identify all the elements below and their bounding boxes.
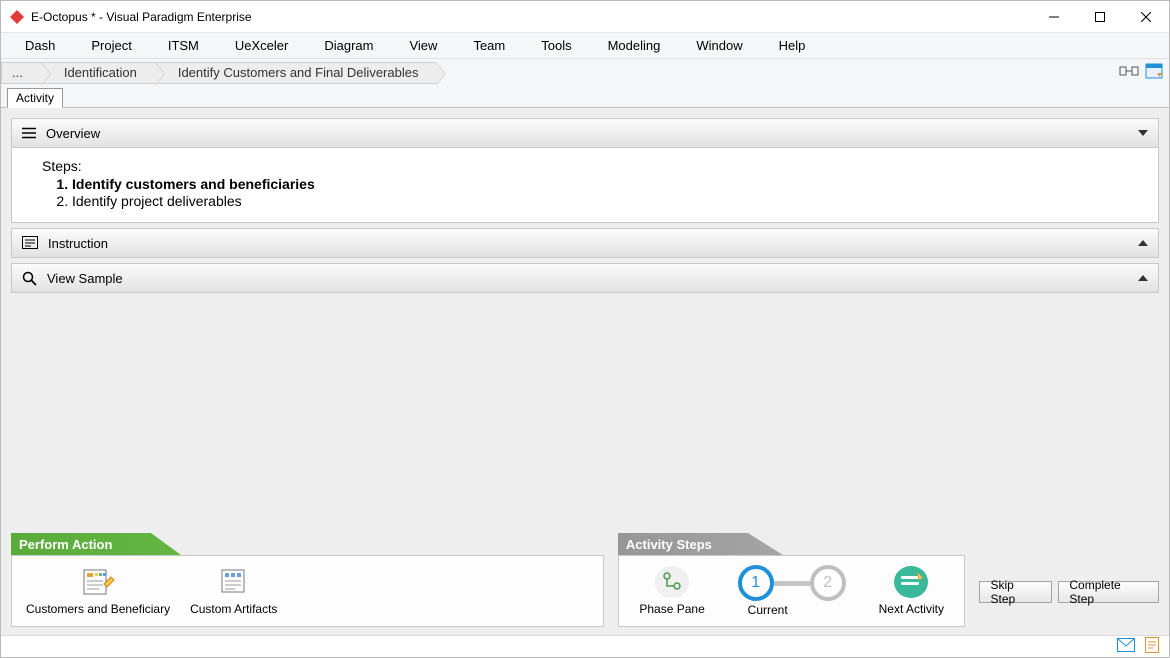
instruction-panel: Instruction [11,228,1159,258]
phase-pane-icon [655,566,689,598]
overview-title: Overview [46,126,100,141]
step-connector [774,581,810,586]
chevron-down-icon [1138,130,1148,136]
panel-icon[interactable] [1145,63,1163,82]
view-sample-header[interactable]: View Sample [12,264,1158,292]
overview-panel: Overview Steps: Identify customers and b… [11,118,1159,223]
menu-project[interactable]: Project [73,35,149,56]
step-2-circle: 2 [810,565,846,601]
menu-icon [22,127,36,139]
dock-item-label: Custom Artifacts [190,602,277,616]
perform-action-title: Perform Action [11,533,604,555]
app-icon [9,9,25,25]
layout-icon[interactable] [1119,63,1139,82]
toolbar-icons [1119,63,1163,82]
menu-modeling[interactable]: Modeling [590,35,679,56]
bottom-buttons: Skip Step Complete Step [979,581,1159,603]
bottom-docks: Perform Action [11,533,1159,627]
note-icon[interactable] [1145,637,1159,656]
instruction-icon [22,236,38,250]
app-window: E-Octopus * - Visual Paradigm Enterprise… [0,0,1170,658]
window-buttons [1031,1,1169,32]
complete-step-button[interactable]: Complete Step [1058,581,1159,603]
tabs-row: Activity [1,86,1169,108]
customers-beneficiary-item[interactable]: Customers and Beneficiary [22,564,174,618]
steps-list: Identify customers and beneficiariesIden… [42,176,1128,209]
custom-artifacts-item[interactable]: Custom Artifacts [186,564,281,618]
current-label: Current [748,603,788,617]
menu-window[interactable]: Window [678,35,760,56]
window-title: E-Octopus * - Visual Paradigm Enterprise [31,10,1031,24]
phase-pane-label: Phase Pane [639,602,704,616]
statusbar [1,635,1169,657]
minimize-button[interactable] [1031,1,1077,32]
breadcrumb-item[interactable]: Identify Customers and Final Deliverable… [155,62,437,84]
menu-itsm[interactable]: ITSM [150,35,217,56]
next-activity-item[interactable]: Next Activity [875,564,948,618]
perform-action-dock: Perform Action [11,533,604,627]
current-step-item[interactable]: 1 2 Current [734,563,850,619]
grid-icon [217,566,251,598]
view-sample-panel: View Sample [11,263,1159,293]
menu-team[interactable]: Team [455,35,523,56]
dock-item-label: Customers and Beneficiary [26,602,170,616]
chevron-up-icon [1138,275,1148,281]
menubar: DashProjectITSMUeXcelerDiagramViewTeamTo… [1,32,1169,58]
breadcrumb-root[interactable]: ... [1,62,41,84]
skip-step-button[interactable]: Skip Step [979,581,1052,603]
steps-label: Steps: [42,158,1128,174]
activity-steps-body: Phase Pane 1 2 Current [618,555,966,627]
overview-body: Steps: Identify customers and beneficiar… [12,147,1158,222]
next-activity-label: Next Activity [879,602,944,616]
step-1-circle: 1 [738,565,774,601]
view-sample-title: View Sample [47,271,123,286]
instruction-header[interactable]: Instruction [12,229,1158,257]
phase-pane-item[interactable]: Phase Pane [635,564,708,618]
perform-action-body: Customers and Beneficiary [11,555,604,627]
titlebar: E-Octopus * - Visual Paradigm Enterprise [1,1,1169,32]
menu-diagram[interactable]: Diagram [306,35,391,56]
menu-help[interactable]: Help [761,35,824,56]
work-area: Overview Steps: Identify customers and b… [1,108,1169,635]
mail-icon[interactable] [1117,638,1135,655]
menu-view[interactable]: View [391,35,455,56]
activity-steps-title: Activity Steps [618,533,966,555]
overview-header[interactable]: Overview [12,119,1158,147]
menu-tools[interactable]: Tools [523,35,589,56]
toolbar-row: ... Identification Identify Customers an… [1,58,1169,86]
magnifier-icon [22,271,37,286]
next-activity-icon [894,566,928,598]
breadcrumb-item[interactable]: Identification [41,62,155,84]
chevron-up-icon [1138,240,1148,246]
menu-dash[interactable]: Dash [7,35,73,56]
instruction-title: Instruction [48,236,108,251]
activity-steps-dock: Activity Steps Phase Pane [618,533,966,627]
step-item: Identify project deliverables [72,193,1128,209]
maximize-button[interactable] [1077,1,1123,32]
tab-activity[interactable]: Activity [7,88,63,108]
close-button[interactable] [1123,1,1169,32]
form-icon [81,566,115,598]
breadcrumb: ... Identification Identify Customers an… [1,59,436,86]
step-item: Identify customers and beneficiaries [72,176,1128,192]
menu-uexceler[interactable]: UeXceler [217,35,306,56]
